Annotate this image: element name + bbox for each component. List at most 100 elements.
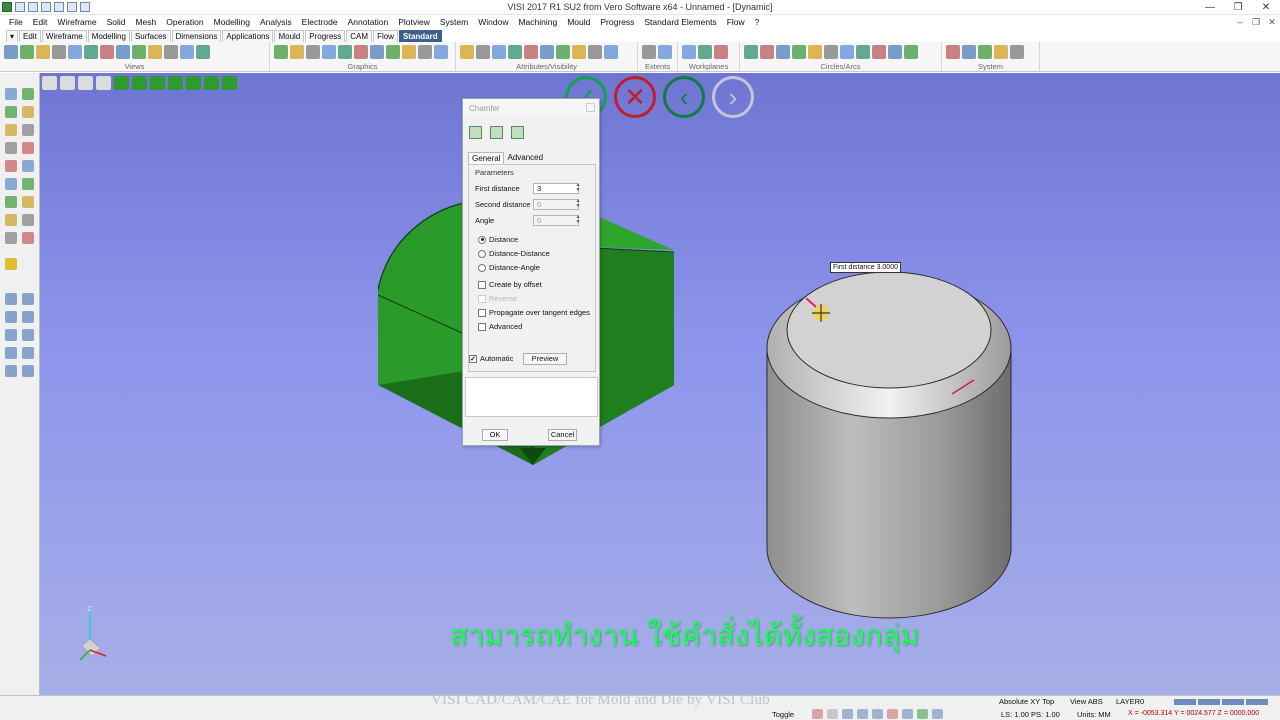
view-icon[interactable]	[132, 76, 147, 90]
reverse-checkbox[interactable]: Reverse	[478, 294, 517, 303]
tool-icon[interactable]	[792, 45, 806, 59]
mode-distance-distance-radio[interactable]: Distance-Distance	[478, 249, 550, 258]
second-distance-stepper[interactable]: ▲ ▼	[574, 199, 582, 210]
tool-icon[interactable]	[776, 45, 790, 59]
menu-item[interactable]: File	[4, 17, 28, 27]
second-distance-field[interactable]: 0	[533, 199, 579, 210]
tool-icon[interactable]	[148, 45, 162, 59]
menu-item[interactable]: Machining	[513, 17, 562, 27]
tool-icon[interactable]	[322, 45, 336, 59]
view-icon[interactable]	[168, 76, 183, 90]
doc-minimize-button[interactable]: –	[1232, 15, 1248, 29]
snap-icon[interactable]	[812, 709, 823, 719]
cancel-button[interactable]: Cancel	[548, 429, 577, 441]
tool-icon[interactable]	[354, 45, 368, 59]
menu-item[interactable]: Modelling	[209, 17, 255, 27]
tool-icon[interactable]	[5, 124, 17, 136]
view-icon[interactable]	[150, 76, 165, 90]
display-option-icon[interactable]	[1198, 699, 1220, 705]
tool-icon[interactable]	[872, 45, 886, 59]
mode-distance-angle-radio[interactable]: Distance-Angle	[478, 263, 540, 272]
tab-advanced[interactable]: Advanced	[504, 152, 546, 164]
tool-icon[interactable]	[402, 45, 416, 59]
tool-icon[interactable]	[5, 196, 17, 208]
tab-wireframe[interactable]: Wireframe	[41, 30, 87, 42]
tool-icon[interactable]	[5, 293, 17, 305]
tab-dimensions[interactable]: Dimensions	[171, 30, 222, 42]
tool-icon[interactable]	[492, 45, 506, 59]
tool-icon[interactable]	[540, 45, 554, 59]
layer-status[interactable]: LAYER0	[1116, 697, 1144, 706]
tool-icon[interactable]	[5, 178, 17, 190]
tool-icon[interactable]	[642, 45, 656, 59]
display-option-icon[interactable]	[1174, 699, 1196, 705]
tool-icon[interactable]	[888, 45, 902, 59]
gray-cylinder-model[interactable]	[764, 268, 1014, 624]
tool-icon[interactable]	[946, 45, 960, 59]
help-icon[interactable]	[857, 709, 868, 719]
tool-icon[interactable]	[22, 365, 34, 377]
tab-modelling[interactable]: Modelling	[87, 30, 130, 42]
tool-icon[interactable]	[5, 329, 17, 341]
menu-item[interactable]: Mould	[562, 17, 595, 27]
tool-icon[interactable]	[274, 45, 288, 59]
tool-icon[interactable]	[386, 45, 400, 59]
abort-button[interactable]: ✕	[614, 76, 656, 118]
tool-icon[interactable]	[4, 45, 18, 59]
tool-icon[interactable]	[5, 232, 17, 244]
restore-button[interactable]: ❐	[1224, 0, 1252, 15]
menu-item[interactable]: Progress	[595, 17, 639, 27]
tool-icon[interactable]	[132, 45, 146, 59]
tool-icon[interactable]	[22, 214, 34, 226]
forward-button[interactable]: ›	[712, 76, 754, 118]
ok-button[interactable]: OK	[482, 429, 508, 441]
tool-icon[interactable]	[5, 142, 17, 154]
menu-item[interactable]: Mesh	[130, 17, 161, 27]
tool-icon[interactable]	[84, 45, 98, 59]
menu-item[interactable]: Edit	[28, 17, 53, 27]
tool-icon[interactable]	[682, 45, 696, 59]
save-settings-icon[interactable]	[490, 126, 503, 139]
tool-icon[interactable]	[164, 45, 178, 59]
ortho-icon[interactable]	[842, 709, 853, 719]
tool-icon[interactable]	[36, 45, 50, 59]
menu-item[interactable]: Flow	[722, 17, 750, 27]
tool-icon[interactable]	[1010, 45, 1024, 59]
tab-progress[interactable]: Progress	[305, 30, 346, 42]
tool-icon[interactable]	[588, 45, 602, 59]
view-icon[interactable]	[60, 76, 75, 90]
view-icon[interactable]	[204, 76, 219, 90]
tool-icon[interactable]	[572, 45, 586, 59]
tool-icon[interactable]	[180, 45, 194, 59]
tool-icon[interactable]	[434, 45, 448, 59]
layer-icon[interactable]	[872, 709, 883, 719]
tool-icon[interactable]	[556, 45, 570, 59]
tool-icon[interactable]	[5, 160, 17, 172]
back-button[interactable]: ‹	[663, 76, 705, 118]
tool-icon[interactable]	[5, 365, 17, 377]
menu-item[interactable]: System	[435, 17, 473, 27]
tool-icon[interactable]	[5, 347, 17, 359]
tool-icon[interactable]	[306, 45, 320, 59]
workplane-icon[interactable]	[932, 709, 943, 719]
view-status[interactable]: View ABS	[1070, 697, 1103, 706]
doc-close-button[interactable]: ✕	[1264, 15, 1280, 29]
minimize-button[interactable]: —	[1196, 0, 1224, 15]
tool-icon[interactable]	[22, 142, 34, 154]
grid-icon[interactable]	[827, 709, 838, 719]
menu-item[interactable]: Analysis	[255, 17, 297, 27]
load-settings-icon[interactable]	[469, 126, 482, 139]
tool-icon[interactable]	[744, 45, 758, 59]
tab-edit[interactable]: Edit	[19, 30, 41, 42]
tool-icon[interactable]	[290, 45, 304, 59]
tool-icon[interactable]	[524, 45, 538, 59]
tool-icon[interactable]	[5, 311, 17, 323]
selection-icon[interactable]	[5, 258, 17, 270]
advanced-checkbox[interactable]: Advanced	[478, 322, 522, 331]
tool-icon[interactable]	[978, 45, 992, 59]
tab-surfaces[interactable]: Surfaces	[130, 30, 171, 42]
first-distance-field[interactable]: 3	[533, 183, 579, 194]
menu-item[interactable]: Wireframe	[52, 17, 101, 27]
view-icon[interactable]	[42, 76, 57, 90]
first-distance-stepper[interactable]: ▲ ▼	[574, 183, 582, 194]
